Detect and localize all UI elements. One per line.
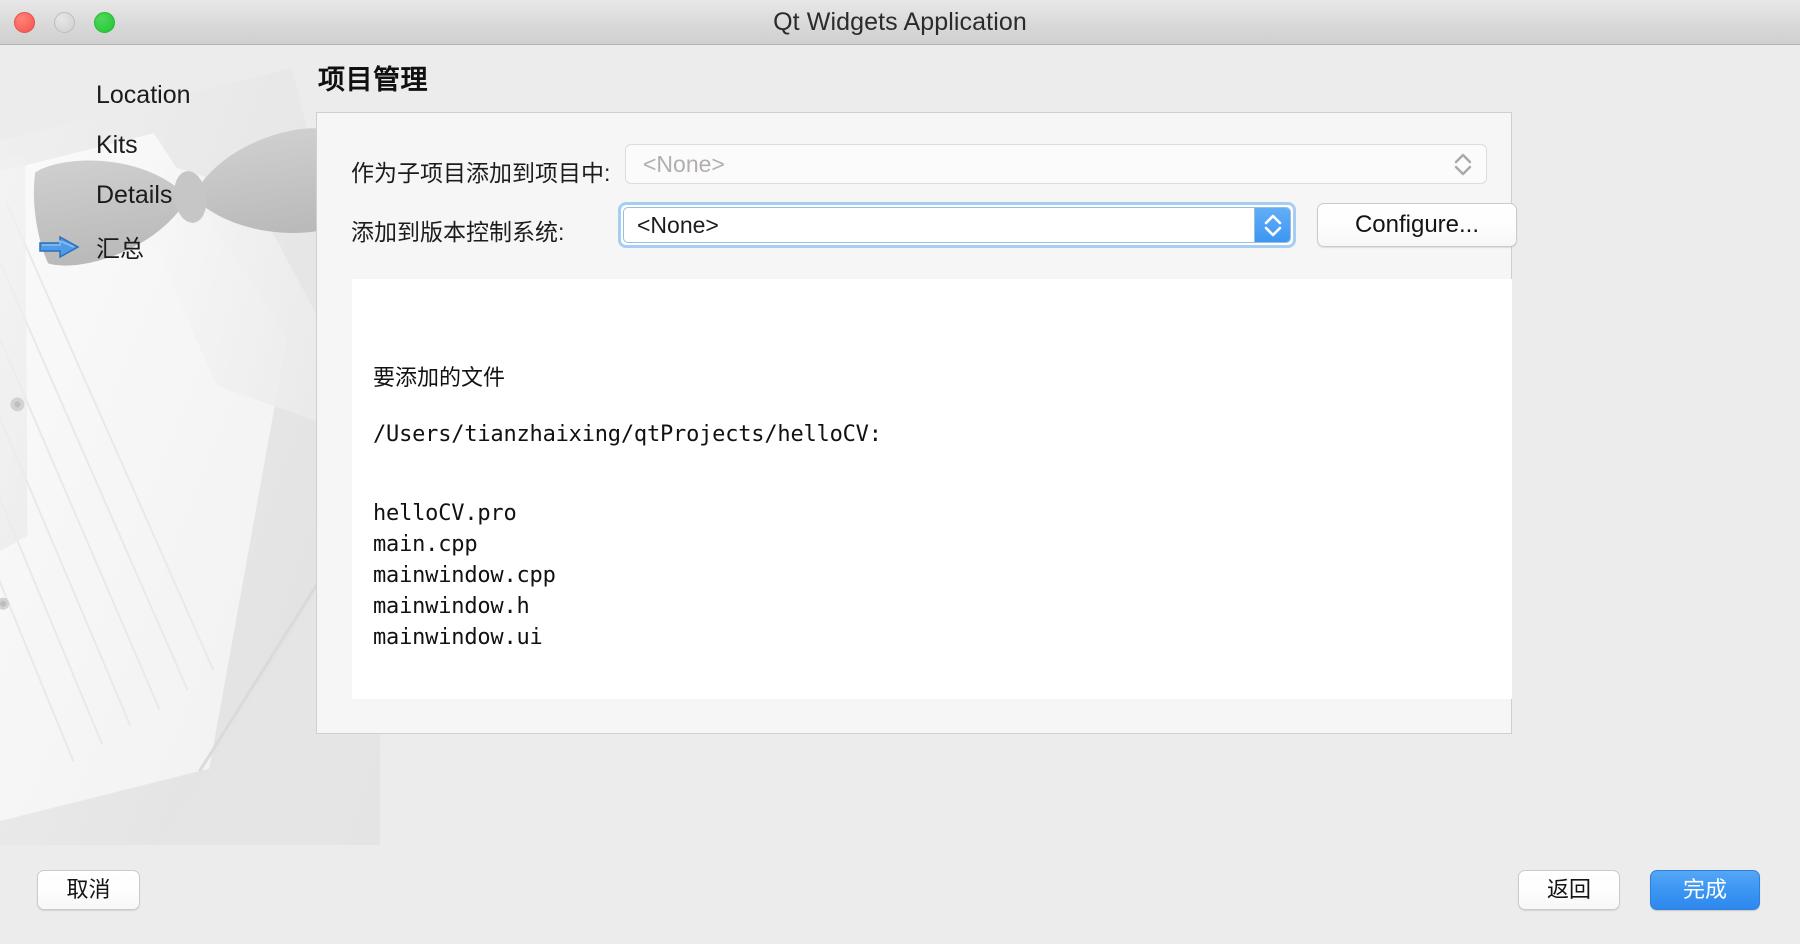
summary-file-item: mainwindow.h [373,594,530,619]
version-control-label: 添加到版本控制系统: [351,219,565,245]
summary-file-list: helloCV.pro main.cpp mainwindow.cpp mainwin… [373,498,556,653]
arrow-right-icon [39,235,80,259]
configure-button[interactable]: Configure... [1317,203,1517,247]
summary-file-item: helloCV.pro [373,501,517,526]
page-title: 项目管理 [318,65,428,95]
subproject-label: 作为子项目添加到项目中: [351,160,611,186]
summary-path: /Users/tianzhaixing/qtProjects/helloCV: [373,422,882,447]
wizard-window: Qt Widgets Application Location Kits Det… [0,0,1800,944]
cancel-button[interactable]: 取消 [37,870,140,910]
sidebar-item-location[interactable]: Location [96,81,191,110]
project-management-panel: 作为子项目添加到项目中: <None> 添加到版本控制系统: <None> Co… [316,112,1517,734]
summary-file-item: mainwindow.cpp [373,563,556,588]
version-control-value: <None> [637,212,719,238]
version-control-stepper[interactable] [1254,208,1290,242]
summary-textarea[interactable]: 要添加的文件 /Users/tianzhaixing/qtProjects/he… [352,279,1512,699]
subproject-value: <None> [643,151,725,177]
version-control-combobox[interactable]: <None> [623,207,1291,243]
subproject-combobox[interactable]: <None> [625,144,1487,184]
sidebar-item-kits[interactable]: Kits [96,131,138,160]
back-button[interactable]: 返回 [1518,870,1620,910]
sidebar-item-details[interactable]: Details [96,181,172,210]
summary-heading: 要添加的文件 [373,365,506,390]
chevron-up-down-icon [1264,214,1282,237]
summary-file-item: mainwindow.ui [373,625,543,650]
window-title: Qt Widgets Application [773,8,1027,36]
chevron-up-down-icon[interactable] [1450,150,1476,178]
sidebar-item-summary[interactable]: 汇总 [96,229,144,264]
finish-button[interactable]: 完成 [1650,870,1760,910]
summary-file-item: main.cpp [373,532,478,557]
wizard-step-sidebar: Location Kits Details 汇总 [0,45,320,845]
window-titlebar: Qt Widgets Application [0,0,1800,45]
